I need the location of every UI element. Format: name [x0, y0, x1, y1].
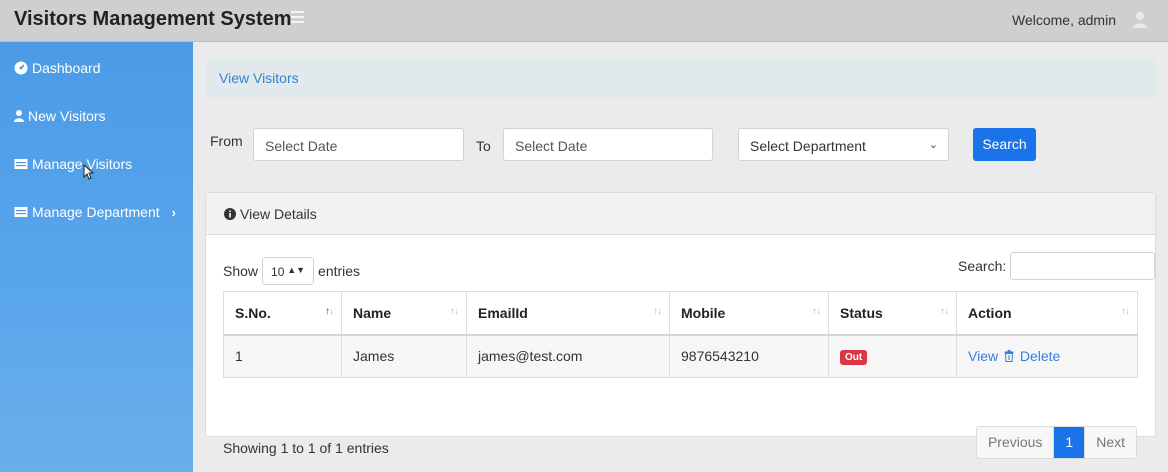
status-badge: Out	[840, 350, 868, 366]
department-select[interactable]: Select Department ⌄	[738, 128, 949, 161]
welcome-text: Welcome, admin	[1011, 12, 1116, 28]
from-date-input[interactable]: Select Date	[253, 128, 464, 161]
sidebar-item-label: Dashboard	[32, 60, 101, 76]
sidebar-item-manage-department[interactable]: Manage Department ›	[14, 202, 176, 222]
to-date-input[interactable]: Select Date	[503, 128, 713, 161]
user-avatar-icon[interactable]	[1132, 11, 1148, 29]
sidebar-item-label: Manage Department	[32, 204, 160, 220]
chevron-down-icon: ⌄	[928, 139, 938, 151]
top-bar: Visitors Management System Welcome, admi…	[0, 0, 1168, 42]
table-search-label: Search:	[958, 258, 1007, 274]
hamburger-menu-icon[interactable]	[291, 11, 304, 24]
cell-email: james@test.com	[466, 334, 670, 378]
list-icon	[14, 207, 28, 217]
cell-mobile: 9876543210	[669, 334, 829, 378]
sidebar: Dashboard New Visitors Manage Visitors M…	[0, 42, 193, 472]
main-content: View Visitors From Select Date To Select…	[193, 42, 1168, 472]
column-header-action[interactable]: Action ↑↓	[956, 291, 1138, 336]
list-icon	[14, 159, 28, 169]
pagination: Previous 1 Next	[975, 426, 1137, 459]
cell-sno: 1	[223, 334, 342, 378]
table-info: Showing 1 to 1 of 1 entries	[223, 440, 389, 456]
from-date-placeholder: Select Date	[265, 138, 338, 154]
entries-select-value: 10	[271, 265, 285, 279]
column-header-status[interactable]: Status ↑↓	[828, 291, 957, 336]
updown-arrows-icon: ▲▼	[287, 265, 306, 275]
mouse-cursor-icon	[83, 164, 95, 180]
trash-icon	[1004, 350, 1014, 363]
sidebar-item-label: New Visitors	[28, 108, 106, 124]
breadcrumb-link[interactable]: View Visitors	[219, 70, 299, 86]
from-label: From	[210, 133, 243, 149]
delete-link[interactable]: Delete	[1020, 348, 1060, 364]
breadcrumb-background	[956, 58, 1156, 98]
info-icon	[224, 207, 236, 220]
to-label: To	[476, 138, 491, 154]
card-title: View Details	[240, 205, 317, 222]
sort-icon: ↑↓	[1121, 306, 1130, 317]
table-search-input[interactable]	[1010, 252, 1155, 280]
user-icon	[14, 110, 24, 122]
cell-action: View Delete	[956, 334, 1138, 378]
sort-icon: ↑↓	[653, 306, 662, 317]
sidebar-item-manage-visitors[interactable]: Manage Visitors	[14, 154, 132, 174]
entries-select[interactable]: 10 ▲▼	[262, 257, 315, 285]
sort-icon: ↑↓	[450, 306, 459, 317]
entries-length-control: Show 10 ▲▼ entries	[223, 257, 360, 285]
view-details-card: View Details Show 10 ▲▼ entries Search: …	[205, 192, 1156, 459]
chevron-right-icon: ›	[171, 204, 176, 220]
sidebar-item-dashboard[interactable]: Dashboard	[14, 58, 101, 78]
card-header: View Details	[206, 193, 1155, 235]
table-row: 1 James james@test.com 9876543210 Out Vi…	[223, 334, 1138, 378]
cell-name: James	[341, 334, 467, 378]
pagination-page-1[interactable]: 1	[1054, 427, 1085, 458]
pagination-next-button[interactable]: Next	[1084, 427, 1136, 458]
search-button[interactable]: Search	[973, 128, 1036, 161]
cell-status: Out	[828, 334, 957, 378]
to-date-placeholder: Select Date	[515, 138, 588, 154]
view-link[interactable]: View	[968, 348, 998, 364]
sort-icon: ↑↓	[325, 306, 334, 317]
dashboard-icon	[14, 61, 28, 75]
column-header-email[interactable]: EmailId ↑↓	[466, 291, 670, 336]
column-header-name[interactable]: Name ↑↓	[341, 291, 467, 336]
department-select-value: Select Department	[750, 138, 866, 154]
show-label: Show	[223, 263, 259, 279]
column-header-mobile[interactable]: Mobile ↑↓	[669, 291, 829, 336]
table-search: Search:	[955, 252, 1155, 280]
breadcrumb: View Visitors	[206, 58, 956, 98]
pagination-previous-button[interactable]: Previous	[976, 427, 1055, 458]
table-header-row: S.No. ↑↓ Name ↑↓ EmailId ↑↓ Mobile ↑↓ Status…	[223, 291, 1138, 336]
sort-icon: ↑↓	[812, 306, 821, 317]
column-header-sno[interactable]: S.No. ↑↓	[223, 291, 342, 336]
app-title: Visitors Management System	[14, 8, 292, 30]
visitors-table: S.No. ↑↓ Name ↑↓ EmailId ↑↓ Mobile ↑↓ Status…	[223, 291, 1138, 378]
entries-label: entries	[318, 263, 361, 279]
sidebar-item-new-visitors[interactable]: New Visitors	[14, 106, 106, 126]
sort-icon: ↑↓	[940, 306, 949, 317]
